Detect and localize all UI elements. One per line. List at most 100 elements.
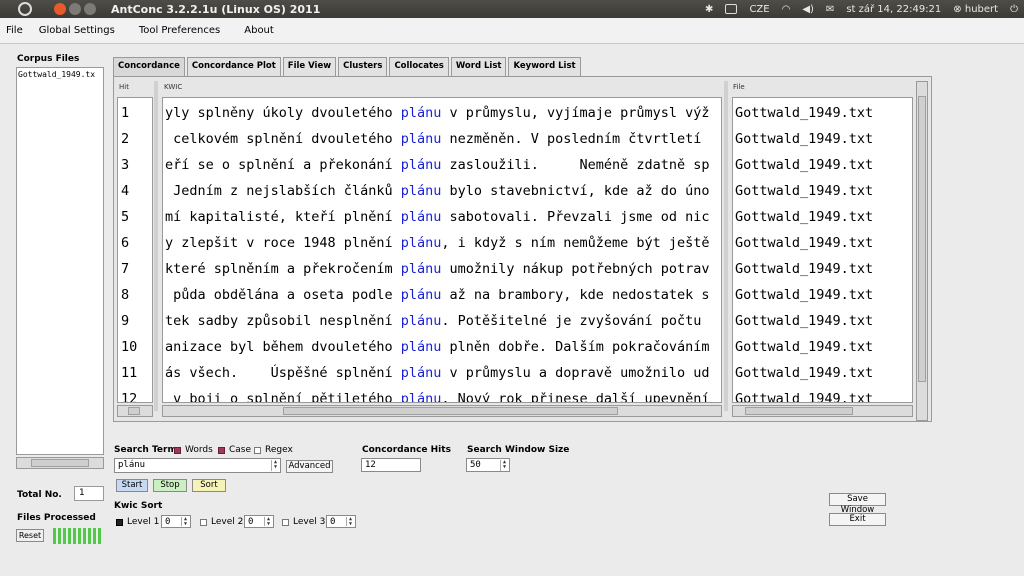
kwic-line[interactable]: yly splněny úkoly dvouletého plánu v prů… (165, 100, 710, 126)
menu-about[interactable]: About (244, 25, 274, 36)
bluetooth-icon[interactable]: ✱ (705, 4, 713, 15)
kwic-line[interactable]: které splněním a překročením plánu umožn… (165, 256, 710, 282)
kwic-line[interactable]: v boji o splnění pětiletého plánu. Nový … (165, 386, 709, 402)
spinner-icon[interactable]: ▲ ▼ (264, 517, 272, 527)
spinner-icon[interactable]: ▲ ▼ (181, 517, 189, 527)
file-name[interactable]: Gottwald_1949.txt (735, 282, 873, 308)
file-name[interactable]: Gottwald_1949.txt (735, 386, 873, 402)
hit-number[interactable]: 3 (121, 152, 129, 178)
hit-number[interactable]: 8 (121, 282, 129, 308)
level1-spinner[interactable]: 0 ▲ ▼ (161, 515, 191, 528)
kwic-keyword[interactable]: plánu (401, 131, 442, 147)
kwic-line[interactable]: anizace byl během dvouletého plánu plněn… (165, 334, 710, 360)
kwic-keyword[interactable]: plánu (401, 261, 442, 277)
kwic-keyword[interactable]: plánu (401, 287, 442, 303)
file-name[interactable]: Gottwald_1949.txt (735, 204, 873, 230)
mail-icon[interactable]: ✉ (826, 4, 834, 15)
tab-keyword-list[interactable]: Keyword List (508, 57, 581, 76)
kwic-keyword[interactable]: plánu (401, 313, 442, 329)
kwic-keyword[interactable]: plánu (401, 183, 442, 199)
tab-collocates[interactable]: Collocates (389, 57, 449, 76)
kwic-pane-scrollbar[interactable] (162, 405, 722, 417)
corpus-file-list[interactable]: Gottwald_1949.tx (16, 67, 104, 455)
sort-button[interactable]: Sort (192, 479, 226, 492)
file-name[interactable]: Gottwald_1949.txt (735, 178, 873, 204)
kwic-pane[interactable]: yly splněny úkoly dvouletého plánu v prů… (162, 97, 722, 403)
kwic-line[interactable]: mí kapitalisté, kteří plnění plánu sabot… (165, 204, 710, 230)
volume-icon[interactable]: ◀) (802, 4, 814, 15)
hit-number[interactable]: 11 (121, 360, 137, 386)
tab-concordance-plot[interactable]: Concordance Plot (186, 57, 281, 76)
stop-button[interactable]: Stop (153, 479, 187, 492)
scrollbar-thumb[interactable] (918, 96, 926, 382)
hit-number[interactable]: 9 (121, 308, 129, 334)
file-name[interactable]: Gottwald_1949.txt (735, 230, 873, 256)
exit-button[interactable]: Exit (829, 513, 886, 526)
case-checkbox[interactable]: Case (218, 445, 251, 455)
hit-number[interactable]: 4 (121, 178, 129, 204)
kwic-keyword[interactable]: plánu (401, 235, 442, 251)
scrollbar-thumb[interactable] (745, 407, 853, 415)
hit-number[interactable]: 10 (121, 334, 137, 360)
scrollbar-thumb[interactable] (31, 459, 89, 467)
corpus-file-item[interactable]: Gottwald_1949.tx (18, 70, 102, 79)
tab-word-list[interactable]: Word List (450, 57, 507, 76)
advanced-button[interactable]: Advanced (286, 460, 333, 473)
hit-number[interactable]: 1 (121, 100, 129, 126)
kwic-keyword[interactable]: plánu (401, 365, 442, 381)
words-checkbox[interactable]: Words (174, 445, 213, 455)
menu-global-settings[interactable]: Global Settings (39, 25, 115, 36)
window-minimize-button[interactable] (69, 3, 81, 15)
level2-spinner[interactable]: 0 ▲ ▼ (244, 515, 274, 528)
scrollbar-thumb[interactable] (128, 407, 140, 415)
search-window-size-input[interactable]: 50 ▲ ▼ (466, 458, 510, 472)
kwic-keyword[interactable]: plánu (401, 339, 442, 355)
column-divider[interactable] (154, 81, 158, 411)
window-close-button[interactable] (54, 3, 66, 15)
scrollbar-thumb[interactable] (283, 407, 618, 415)
level3-spinner[interactable]: 0 ▲ ▼ (326, 515, 356, 528)
kwic-keyword[interactable]: plánu (401, 391, 442, 402)
kwic-line[interactable]: eří se o splnění a překonání plánu zaslo… (165, 152, 710, 178)
wifi-icon[interactable]: ◠ (782, 4, 791, 15)
save-window-button[interactable]: Save Window (829, 493, 886, 515)
window-maximize-button[interactable] (84, 3, 96, 15)
kwic-line[interactable]: y zlepšit v roce 1948 plnění plánu, i kd… (165, 230, 710, 256)
kwic-keyword[interactable]: plánu (401, 105, 442, 121)
file-name[interactable]: Gottwald_1949.txt (735, 256, 873, 282)
hit-number[interactable]: 2 (121, 126, 129, 152)
kwic-line[interactable]: tek sadby způsobil nesplnění plánu. Potě… (165, 308, 710, 334)
file-pane[interactable]: Gottwald_1949.txt Gottwald_1949.txt Gottwa… (732, 97, 913, 403)
hit-number[interactable]: 6 (121, 230, 129, 256)
hit-pane[interactable]: 1 2 3 4 5 6 7 8 9 10 11 12 (117, 97, 153, 403)
file-name[interactable]: Gottwald_1949.txt (735, 152, 873, 178)
user-menu[interactable]: ⊗ hubert (953, 4, 998, 15)
menu-file[interactable]: File (6, 25, 23, 36)
spinner-icon[interactable]: ▲ ▼ (500, 460, 508, 471)
file-name[interactable]: Gottwald_1949.txt (735, 126, 873, 152)
level2-checkbox[interactable]: Level 2 (200, 517, 243, 527)
file-name[interactable]: Gottwald_1949.txt (735, 360, 873, 386)
start-button[interactable]: Start (116, 479, 148, 492)
reset-button[interactable]: Reset (16, 529, 44, 542)
keyboard-icon[interactable] (725, 4, 738, 14)
hit-number[interactable]: 7 (121, 256, 129, 282)
menu-tool-preferences[interactable]: Tool Preferences (139, 25, 220, 36)
regex-checkbox[interactable]: Regex (254, 445, 293, 455)
spinner-icon[interactable]: ▲ ▼ (346, 517, 354, 527)
hit-number[interactable]: 5 (121, 204, 129, 230)
ubuntu-logo-icon[interactable] (18, 2, 32, 16)
kwic-line[interactable]: ás všech. Úspěšné splnění plánu v průmys… (165, 360, 710, 386)
file-name[interactable]: Gottwald_1949.txt (735, 334, 873, 360)
keyboard-layout[interactable]: CZE (749, 4, 769, 15)
tab-file-view[interactable]: File View (282, 57, 337, 76)
power-icon[interactable]: ⏻ (1010, 4, 1018, 15)
column-divider[interactable] (724, 81, 728, 411)
search-term-input[interactable]: plánu ▲ ▼ (114, 458, 281, 473)
kwic-keyword[interactable]: plánu (401, 209, 442, 225)
file-pane-scrollbar[interactable] (732, 405, 913, 417)
corpus-list-scrollbar[interactable] (16, 457, 104, 469)
file-name[interactable]: Gottwald_1949.txt (735, 308, 873, 334)
results-vertical-scrollbar[interactable] (916, 81, 928, 421)
tab-concordance[interactable]: Concordance (113, 57, 185, 77)
